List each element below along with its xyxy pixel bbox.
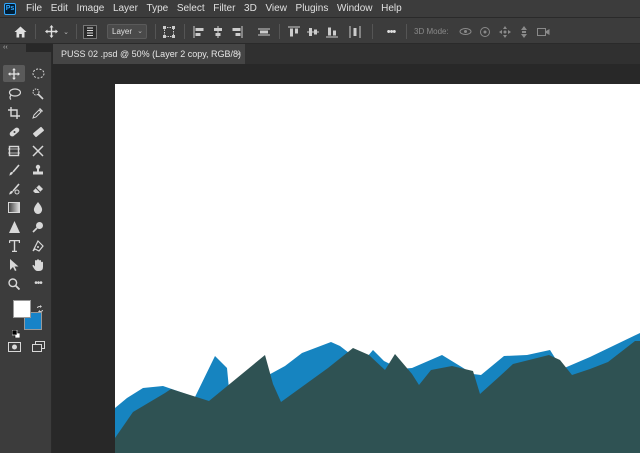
auto-select-target-value: Layer	[112, 27, 133, 36]
3d-slide-icon[interactable]	[516, 18, 532, 45]
spot-healing-tool[interactable]	[3, 123, 25, 140]
document-tab[interactable]: PUSS 02 .psd @ 50% (Layer 2 copy, RGB/8)…	[53, 44, 245, 79]
toolbar-collapse-strip[interactable]: ‹‹	[0, 44, 26, 52]
align-right-icon[interactable]	[229, 18, 245, 45]
3d-roll-icon[interactable]	[477, 18, 493, 45]
tools-panel: •••	[0, 52, 52, 453]
menu-type[interactable]: Type	[147, 0, 169, 17]
close-icon[interactable]: ×	[236, 44, 241, 64]
distribute-spacing-icon[interactable]	[347, 18, 363, 45]
brush-tool[interactable]	[3, 161, 25, 178]
menu-select[interactable]: Select	[177, 0, 205, 17]
more-tools-icon[interactable]: •••	[27, 275, 49, 292]
distribute-top-icon[interactable]	[286, 18, 302, 45]
eraser-tool[interactable]	[27, 180, 49, 197]
quick-mask-icon[interactable]	[3, 338, 25, 355]
align-top-icon[interactable]	[256, 18, 272, 45]
clone-stamp-tool[interactable]	[27, 161, 49, 178]
sharpen-tool[interactable]	[3, 218, 25, 235]
menu-window[interactable]: Window	[337, 0, 373, 17]
auto-select-icon[interactable]	[81, 18, 99, 45]
menu-image[interactable]: Image	[77, 0, 105, 17]
menu-view[interactable]: View	[265, 0, 287, 17]
move-tool[interactable]	[3, 65, 25, 82]
photoshop-logo-icon: Ps	[4, 2, 16, 15]
menu-filter[interactable]: Filter	[213, 0, 235, 17]
marquee-tool[interactable]	[27, 65, 49, 82]
menu-file[interactable]: File	[26, 0, 42, 17]
align-left-icon[interactable]	[191, 18, 207, 45]
distribute-vertical-center-icon[interactable]	[305, 18, 321, 45]
type-tool[interactable]	[3, 237, 25, 254]
collapse-panel-icon: ‹‹	[3, 44, 8, 51]
frame-tool[interactable]	[3, 142, 25, 159]
content-aware-move-tool[interactable]	[27, 142, 49, 159]
crop-tool[interactable]	[3, 104, 25, 121]
path-selection-tool[interactable]	[3, 256, 25, 273]
transform-controls-icon[interactable]	[161, 18, 177, 45]
menu-plugins[interactable]: Plugins	[296, 0, 329, 17]
menu-3d[interactable]: 3D	[244, 0, 257, 17]
zoom-tool[interactable]	[3, 275, 25, 292]
quick-select-tool[interactable]	[27, 85, 49, 102]
options-bar: ⌄ Layer ⌄ ••• 3D Mode:	[0, 17, 640, 44]
dodge-tool[interactable]	[27, 218, 49, 235]
3d-camera-icon[interactable]	[535, 18, 551, 45]
menu-edit[interactable]: Edit	[51, 0, 68, 17]
3d-mode-label: 3D Mode:	[414, 27, 449, 36]
3d-orbit-icon[interactable]	[457, 18, 473, 45]
distribute-bottom-icon[interactable]	[324, 18, 340, 45]
pen-tool[interactable]	[27, 237, 49, 254]
screen-mode-icon[interactable]	[27, 338, 49, 355]
chevron-down-icon[interactable]: ⌄	[61, 18, 71, 45]
document-canvas[interactable]	[115, 84, 640, 453]
document-tab-bar: PUSS 02 .psd @ 50% (Layer 2 copy, RGB/8)…	[53, 44, 640, 79]
history-brush-tool[interactable]	[3, 180, 25, 197]
chevron-down-icon: ⌄	[137, 28, 143, 35]
3d-pan-icon[interactable]	[497, 18, 513, 45]
align-horizontal-center-icon[interactable]	[210, 18, 226, 45]
auto-select-target-dropdown[interactable]: Layer ⌄	[107, 24, 147, 39]
gradient-tool[interactable]	[3, 199, 25, 216]
bandage-tool[interactable]	[27, 123, 49, 140]
home-icon[interactable]	[10, 18, 30, 45]
menu-layer[interactable]: Layer	[113, 0, 138, 17]
lasso-tool[interactable]	[3, 85, 25, 102]
more-options-icon[interactable]: •••	[382, 18, 400, 45]
hand-tool[interactable]	[27, 256, 49, 273]
move-tool-preset-icon[interactable]	[42, 18, 60, 45]
menu-help[interactable]: Help	[381, 0, 402, 17]
menu-bar: Ps File Edit Image Layer Type Select Fil…	[0, 0, 640, 17]
foreground-color-swatch[interactable]	[13, 300, 31, 318]
eyedropper-tool[interactable]	[27, 104, 49, 121]
blur-tool[interactable]	[27, 199, 49, 216]
